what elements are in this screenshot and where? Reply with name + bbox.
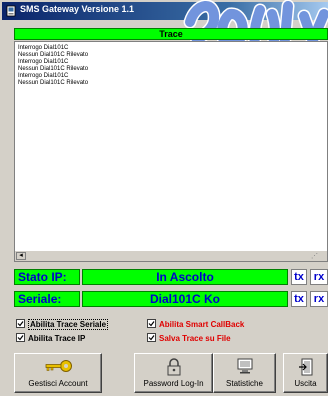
- ip-tx-indicator: tx: [291, 269, 307, 285]
- trace-header: Trace: [14, 28, 328, 40]
- button-bar: Gestisci Account Password Log-In Statist…: [14, 353, 328, 396]
- serial-rx-indicator: rx: [310, 291, 328, 307]
- key-icon: [45, 360, 72, 372]
- trace-line: Nessun Dial101C Rilevato: [18, 52, 89, 58]
- app-window: SMS Gateway Versione 1.1 Trace Interrogo…: [0, 0, 328, 396]
- exit-door-icon: [298, 358, 312, 376]
- trace-seriale-label: Abilita Trace Seriale: [28, 319, 109, 330]
- ip-status-label: Stato IP:: [14, 269, 80, 285]
- trace-line: Nessun Dial101C Rilevato: [18, 66, 89, 72]
- serial-tx-indicator: tx: [291, 291, 307, 307]
- gestisci-account-button[interactable]: Gestisci Account: [14, 353, 102, 393]
- horizontal-scrollbar[interactable]: ◂ ⋰: [15, 250, 327, 261]
- checkbox-checked-icon[interactable]: [147, 333, 156, 343]
- trace-lines: Interrogo Dial101C Nessun Dial101C Rilev…: [18, 45, 88, 87]
- salva-trace-checkbox[interactable]: Salva Trace su File: [147, 333, 231, 344]
- salva-trace-label: Salva Trace su File: [159, 334, 231, 343]
- window-title: SMS Gateway Versione 1.1: [20, 4, 135, 14]
- checkbox-checked-icon[interactable]: [16, 319, 25, 329]
- trace-line: Interrogo Dial101C: [18, 73, 69, 79]
- trace-line: Interrogo Dial101C: [18, 45, 69, 51]
- monitor-icon: [237, 358, 252, 374]
- gestisci-account-label: Gestisci Account: [28, 379, 88, 388]
- password-login-button[interactable]: Password Log-In: [134, 353, 213, 393]
- scroll-left-arrow-icon[interactable]: ◂: [16, 252, 26, 260]
- trace-log[interactable]: Interrogo Dial101C Nessun Dial101C Rilev…: [14, 41, 328, 262]
- uscita-label: Uscita: [294, 379, 317, 388]
- checkbox-checked-icon[interactable]: [16, 333, 25, 343]
- resize-grip-icon[interactable]: ⋰: [311, 252, 321, 260]
- serial-status-label: Seriale:: [14, 291, 80, 307]
- trace-line: Nessun Dial101C Rilevato: [18, 80, 89, 86]
- password-login-label: Password Log-In: [143, 379, 204, 388]
- trace-line: Interrogo Dial101C: [18, 59, 69, 65]
- trace-header-label: Trace: [159, 29, 183, 39]
- padlock-icon: [167, 358, 180, 376]
- uscita-button[interactable]: Uscita: [283, 353, 328, 393]
- ip-status-value: In Ascolto: [82, 269, 288, 285]
- trace-ip-label: Abilita Trace IP: [28, 334, 86, 343]
- app-icon: [6, 5, 16, 17]
- checkbox-checked-icon[interactable]: [147, 319, 156, 329]
- ip-rx-indicator: rx: [310, 269, 328, 285]
- title-bar[interactable]: SMS Gateway Versione 1.1: [2, 2, 328, 20]
- smart-callback-label: Abilita Smart CallBack: [159, 320, 245, 329]
- trace-seriale-checkbox[interactable]: Abilita Trace Seriale: [16, 319, 109, 330]
- serial-status-value: Dial101C Ko: [82, 291, 288, 307]
- smart-callback-checkbox[interactable]: Abilita Smart CallBack: [147, 319, 245, 330]
- trace-ip-checkbox[interactable]: Abilita Trace IP: [16, 333, 86, 344]
- statistiche-label: Statistiche: [226, 379, 263, 388]
- statistiche-button[interactable]: Statistiche: [213, 353, 276, 393]
